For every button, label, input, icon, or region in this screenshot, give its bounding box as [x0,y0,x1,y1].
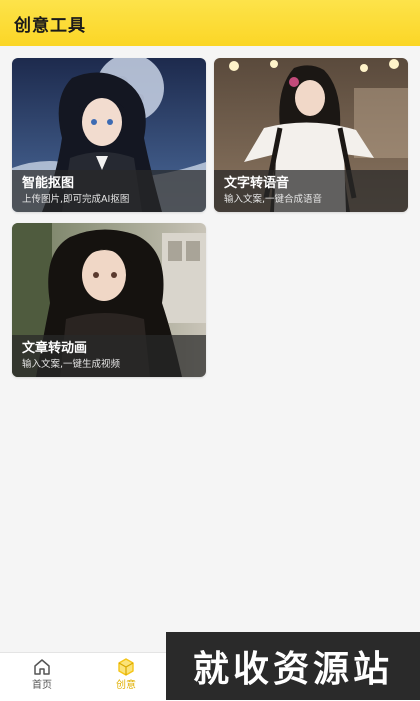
page-title: 创意工具 [14,15,86,36]
card-caption: 文章转动画 输入文案,一键生成视频 [12,335,206,377]
watermark-text: 就收资源站 [192,649,393,690]
nav-label-home: 首页 [32,680,52,691]
card-subtitle: 输入文案,一键生成视频 [22,359,121,370]
card-title: 智能抠图 [22,176,75,191]
watermark-banner: 就收资源站 [166,632,420,700]
tool-card-smart-cutout[interactable]: 智能抠图 上传图片,即可完成AI抠图 [12,58,206,212]
card-title: 文章转动画 [22,341,88,356]
nav-label-creative: 创意 [116,680,136,691]
app-header: 创意工具 [0,0,420,46]
card-subtitle: 上传图片,即可完成AI抠图 [22,194,130,205]
nav-item-home[interactable]: 首页 [17,657,67,693]
creative-icon [118,658,134,676]
card-subtitle: 输入文案,一键合成语音 [224,194,323,205]
card-caption: 智能抠图 上传图片,即可完成AI抠图 [12,170,206,212]
tool-card-article-to-animation[interactable]: 文章转动画 输入文案,一键生成视频 [12,223,206,377]
card-caption: 文字转语音 输入文案,一键合成语音 [214,170,408,212]
card-title: 文字转语音 [224,176,290,191]
nav-item-creative[interactable]: 创意 [101,657,151,693]
home-icon [34,659,50,675]
tool-card-text-to-speech[interactable]: 文字转语音 输入文案,一键合成语音 [214,58,408,212]
